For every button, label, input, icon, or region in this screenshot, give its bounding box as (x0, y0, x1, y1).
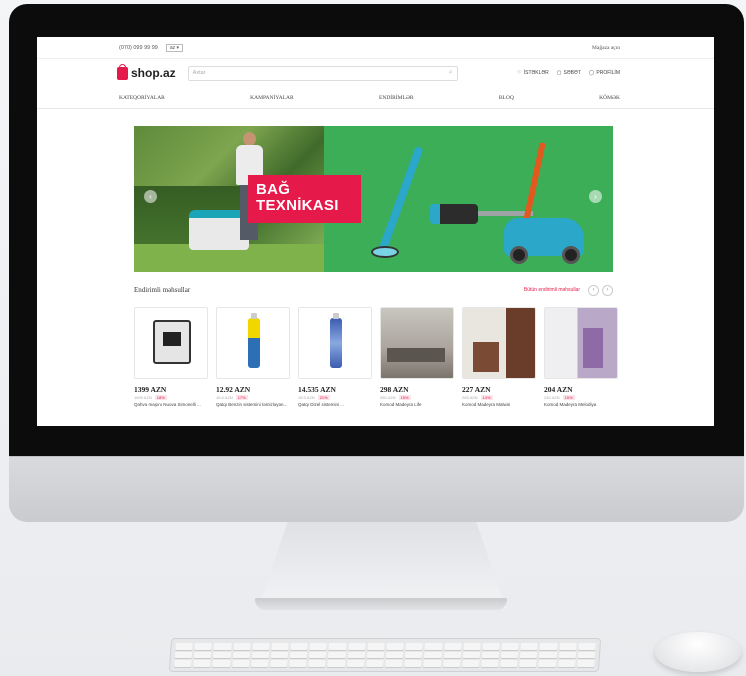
monitor-base (255, 598, 507, 610)
banner-mower-image (504, 218, 584, 264)
product-card[interactable]: 204 AZN 240 AZN 15% Komod Madeyra Melodiy… (544, 307, 618, 408)
product-image-room[interactable] (544, 307, 618, 379)
product-name[interactable]: Qatqı Benzin sistemini təmizləyən... (216, 402, 290, 408)
product-old-price-row: 15.6 AZN 17% (216, 395, 290, 400)
site-logo[interactable]: shop.az (117, 63, 176, 80)
discount-badge: 21% (317, 395, 330, 400)
product-old-price: 1699 AZN (134, 395, 152, 400)
main-nav: KATEQORİYALAR KAMPANİYALAR ENDİRİMLƏR BL… (37, 87, 714, 109)
product-old-price-row: 18.5 AZN 21% (298, 395, 372, 400)
profile-label: PROFİLİM (596, 70, 620, 76)
product-card[interactable]: 298 AZN 350 AZN 15% Komod Madeyra Life (380, 307, 454, 408)
product-name[interactable]: Qəhvə maşını Nuova Simonelli ... (134, 402, 208, 408)
product-price: 204 AZN (544, 385, 573, 394)
product-card[interactable]: 227 AZN 265 AZN 14% Komod Madeyra Malwin (462, 307, 536, 408)
product-name[interactable]: Qatqı Dizel sistemini ... (298, 402, 372, 408)
heart-icon: ♡ (517, 70, 522, 76)
discount-badge: 14% (480, 395, 493, 400)
product-card[interactable]: 12.92 AZN 15.6 AZN 17% Qatqı Benzin siste… (216, 307, 290, 408)
product-old-price: 265 AZN (462, 395, 478, 400)
banner-mower-handle (522, 142, 546, 226)
profile-link[interactable]: ◯ PROFİLİM (589, 70, 620, 76)
product-image-spray[interactable] (216, 307, 290, 379)
section-title: Endirimli məhsullar (134, 286, 191, 294)
product-name[interactable]: Komod Madeyra Life (380, 402, 454, 408)
site-header: shop.az Axtar ⌕ ♡ İSTƏKLƏR ▢ SƏBƏT ◯ PROFİL… (37, 59, 714, 87)
nav-item-campaigns[interactable]: KAMPANİYALAR (250, 95, 294, 101)
banner-tag-line2: TEXNİKASI (256, 197, 339, 214)
search-placeholder: Axtar (192, 70, 206, 76)
product-price: 12.92 AZN (216, 385, 251, 394)
product-image-room[interactable] (380, 307, 454, 379)
banner-tag: BAĞ TEXNİKASI (248, 175, 361, 223)
nav-item-discounts[interactable]: ENDİRİMLƏR (379, 95, 414, 101)
user-icon: ◯ (588, 70, 595, 76)
product-image-spray[interactable] (298, 307, 372, 379)
product-old-price-row: 265 AZN 14% (462, 395, 536, 400)
cart-label: SƏBƏT (563, 70, 581, 76)
product-image-coffee-machine[interactable] (134, 307, 208, 379)
product-old-price: 240 AZN (544, 395, 560, 400)
top-bar: (070) 099 99 99 az ▾ Mağaza açın (37, 37, 714, 59)
shopping-bag-icon (117, 63, 128, 80)
header-links: ♡ İSTƏKLƏR ▢ SƏBƏT ◯ PROFİLİM (517, 70, 620, 76)
nav-item-help[interactable]: KÖMƏK (599, 95, 620, 101)
cart-link[interactable]: ▢ SƏBƏT (557, 70, 581, 76)
nav-item-blog[interactable]: BLOQ (499, 95, 514, 101)
mouse (655, 632, 741, 672)
product-price: 14.535 AZN (298, 385, 336, 394)
logo-text: shop.az (131, 66, 176, 80)
product-name[interactable]: Komod Madeyra Melodiya (544, 402, 618, 408)
product-price: 1399 AZN (134, 385, 167, 394)
banner-next-arrow-icon[interactable]: › (589, 190, 602, 203)
product-old-price: 18.5 AZN (298, 395, 315, 400)
wishlist-link[interactable]: ♡ İSTƏKLƏR (517, 70, 549, 76)
phone-number[interactable]: (070) 099 99 99 (119, 45, 158, 51)
discount-badge: 15% (562, 395, 575, 400)
banner-hedge-trimmer-image (430, 204, 478, 224)
product-old-price: 15.6 AZN (216, 395, 233, 400)
banner-prev-arrow-icon[interactable]: ‹ (144, 190, 157, 203)
product-old-price-row: 240 AZN 15% (544, 395, 618, 400)
discount-badge: 15% (398, 395, 411, 400)
discount-badge: 18% (154, 395, 167, 400)
monitor-stand (258, 522, 506, 608)
carousel-pager: ‹ › (588, 284, 613, 296)
search-icon[interactable]: ⌕ (449, 69, 453, 77)
see-all-link[interactable]: Bütün endirimli məhsullar (524, 287, 580, 293)
product-old-price-row: 350 AZN 15% (380, 395, 454, 400)
banner-tag-line1: BAĞ (256, 181, 291, 198)
cart-icon: ▢ (556, 70, 562, 76)
product-old-price: 350 AZN (380, 395, 396, 400)
product-card[interactable]: 1399 AZN 1699 AZN 18% Qəhvə maşını Nuova … (134, 307, 208, 408)
language-select[interactable]: az ▾ (165, 43, 184, 52)
hero-banner[interactable]: BAĞ TEXNİKASI ‹ › (134, 126, 613, 272)
discount-badge: 17% (235, 395, 248, 400)
discount-section-header: Endirimli məhsullar Bütün endirimli məhs… (134, 283, 613, 297)
product-image-room[interactable] (462, 307, 536, 379)
search-input[interactable]: Axtar ⌕ (187, 65, 458, 81)
product-list: 1399 AZN 1699 AZN 18% Qəhvə maşını Nuova … (134, 307, 618, 408)
monitor-screen: (070) 099 99 99 az ▾ Mağaza açın shop.az… (37, 37, 714, 426)
product-name[interactable]: Komod Madeyra Malwin (462, 402, 536, 408)
monitor-chin (9, 456, 744, 522)
product-card[interactable]: 14.535 AZN 18.5 AZN 21% Qatqı Dizel siste… (298, 307, 372, 408)
banner-trimmer-head (371, 246, 399, 258)
chevron-left-icon[interactable]: ‹ (588, 284, 599, 296)
product-price: 298 AZN (380, 385, 409, 394)
product-old-price-row: 1699 AZN 18% (134, 395, 208, 400)
product-price: 227 AZN (462, 385, 491, 394)
nav-item-categories[interactable]: KATEQORİYALAR (119, 95, 165, 101)
chevron-right-icon[interactable]: › (602, 284, 613, 296)
keyboard (168, 638, 602, 672)
wishlist-label: İSTƏKLƏR (523, 70, 549, 76)
banner-trimmer-image (376, 146, 424, 257)
open-store-link[interactable]: Mağaza açın (592, 45, 620, 51)
desktop-scene: (070) 099 99 99 az ▾ Mağaza açın shop.az… (0, 0, 746, 676)
